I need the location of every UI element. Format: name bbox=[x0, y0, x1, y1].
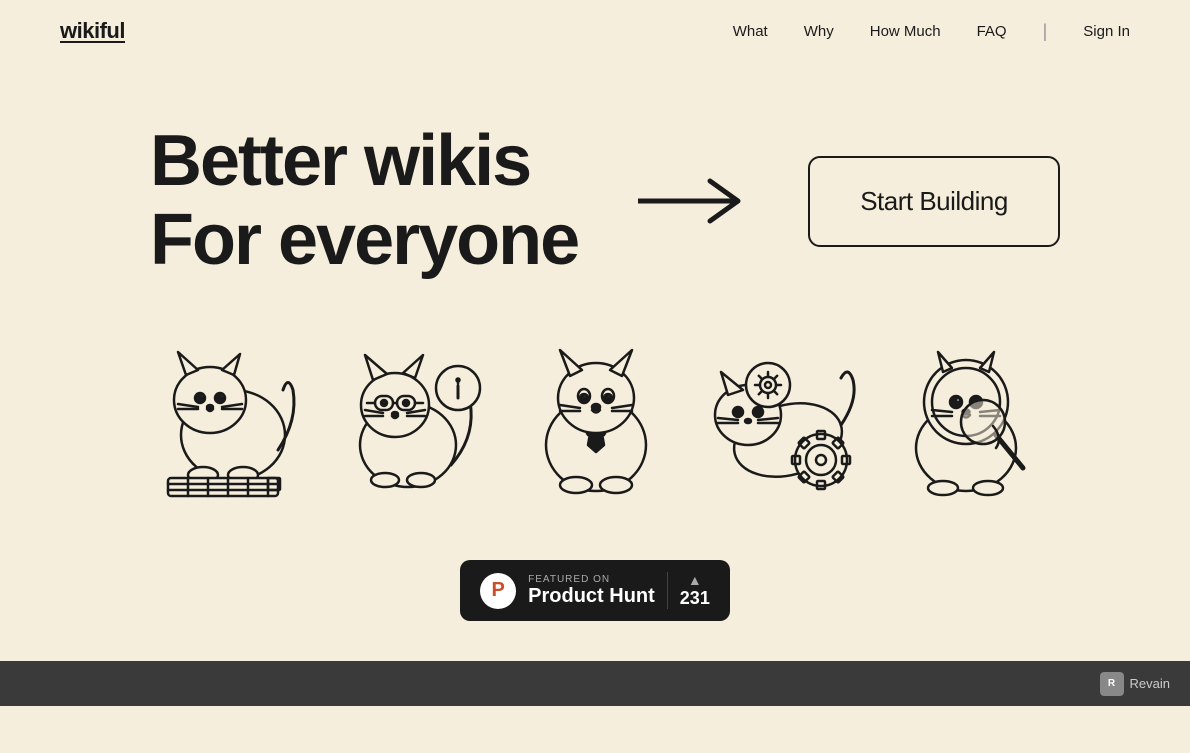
ph-upvote-arrow: ▲ bbox=[688, 572, 702, 588]
revain-icon: R bbox=[1100, 672, 1124, 696]
hero-title-block: Better wikis For everyone bbox=[150, 122, 578, 280]
logo[interactable]: wikiful bbox=[60, 18, 125, 44]
nav-how-much[interactable]: How Much bbox=[870, 23, 941, 40]
cat-search-illustration bbox=[878, 340, 1053, 500]
arrow-decoration bbox=[638, 171, 758, 231]
cats-illustration-row bbox=[0, 320, 1190, 540]
nav-links: What Why How Much FAQ | Sign In bbox=[733, 21, 1130, 42]
right-arrow-icon bbox=[638, 171, 758, 231]
nav-faq[interactable]: FAQ bbox=[977, 23, 1007, 40]
hero-title: Better wikis For everyone bbox=[150, 122, 578, 280]
revain-label: Revain bbox=[1130, 676, 1170, 691]
ph-vote-count: 231 bbox=[680, 588, 710, 609]
ph-p-letter: P bbox=[491, 579, 504, 602]
hero-title-line2: For everyone bbox=[150, 201, 578, 280]
ph-product-name: Product Hunt bbox=[528, 585, 655, 608]
cat-keyboard-illustration bbox=[138, 340, 313, 500]
revain-badge[interactable]: R Revain bbox=[1100, 672, 1170, 696]
nav-what[interactable]: What bbox=[733, 23, 768, 40]
nav-separator: | bbox=[1043, 21, 1048, 42]
navbar: wikiful What Why How Much FAQ | Sign In bbox=[0, 0, 1190, 62]
nav-why[interactable]: Why bbox=[804, 23, 834, 40]
ph-featured-label: FEATURED ON bbox=[528, 574, 655, 585]
cat-info-illustration bbox=[323, 340, 498, 500]
hero-title-line1: Better wikis bbox=[150, 122, 578, 201]
cat-gear-illustration bbox=[693, 340, 868, 500]
nav-signin[interactable]: Sign In bbox=[1083, 23, 1130, 40]
footer-bar: R Revain bbox=[0, 661, 1190, 706]
start-building-button[interactable]: Start Building bbox=[808, 156, 1060, 247]
product-hunt-icon: P bbox=[480, 573, 516, 609]
logo-text: wikiful bbox=[60, 18, 125, 43]
cat-business-illustration bbox=[508, 340, 683, 500]
hero-section: Better wikis For everyone Start Building bbox=[0, 62, 1190, 320]
product-hunt-section: P FEATURED ON Product Hunt ▲ 231 bbox=[0, 540, 1190, 661]
product-hunt-badge[interactable]: P FEATURED ON Product Hunt ▲ 231 bbox=[460, 560, 730, 621]
ph-vote-group: ▲ 231 bbox=[667, 572, 710, 609]
ph-text-group: FEATURED ON Product Hunt bbox=[528, 574, 655, 608]
